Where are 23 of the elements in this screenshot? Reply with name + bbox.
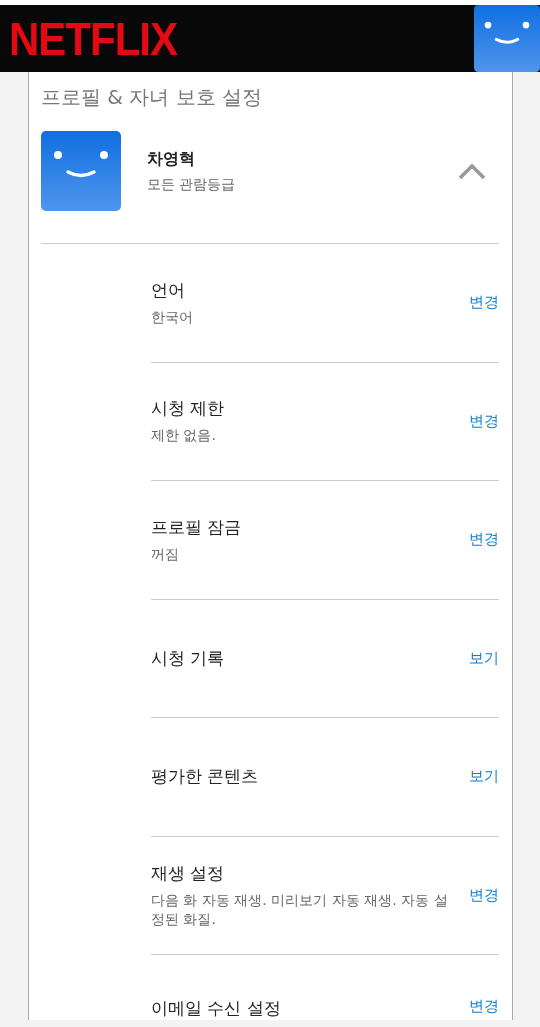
setting-value: 다음 화 자동 재생. 미리보기 자동 재생. 자동 설정된 화질. <box>151 890 449 929</box>
setting-value: 꺼짐 <box>151 544 180 564</box>
setting-title: 프로필 잠금 <box>151 515 243 539</box>
profile-name: 차영혁 <box>147 148 196 170</box>
setting-title: 시청 제한 <box>151 397 226 421</box>
setting-title: 평가한 콘텐츠 <box>151 765 260 789</box>
setting-title: 재생 설정 <box>151 861 226 885</box>
setting-link[interactable]: 보기 <box>469 648 499 668</box>
setting-link[interactable]: 변경 <box>469 530 499 550</box>
setting-title: 시청 기록 <box>151 646 226 670</box>
setting-link[interactable]: 변경 <box>469 293 499 313</box>
setting-link[interactable]: 변경 <box>469 885 499 905</box>
setting-link[interactable]: 변경 <box>469 411 499 431</box>
setting-link[interactable]: 변경 <box>469 997 499 1016</box>
avatar-icon <box>41 131 121 211</box>
setting-title: 언어 <box>151 278 186 302</box>
setting-value: 제한 없음. <box>151 426 217 446</box>
setting-title: 이메일 수신 설정 <box>151 997 282 1020</box>
setting-link[interactable]: 보기 <box>469 767 499 787</box>
chevron-up-icon[interactable] <box>457 161 487 181</box>
setting-value: 한국어 <box>151 307 194 327</box>
page-title: 프로필 & 자녀 보호 설정 <box>41 84 264 111</box>
maturity-rating: 모든 관람등급 <box>147 175 237 194</box>
